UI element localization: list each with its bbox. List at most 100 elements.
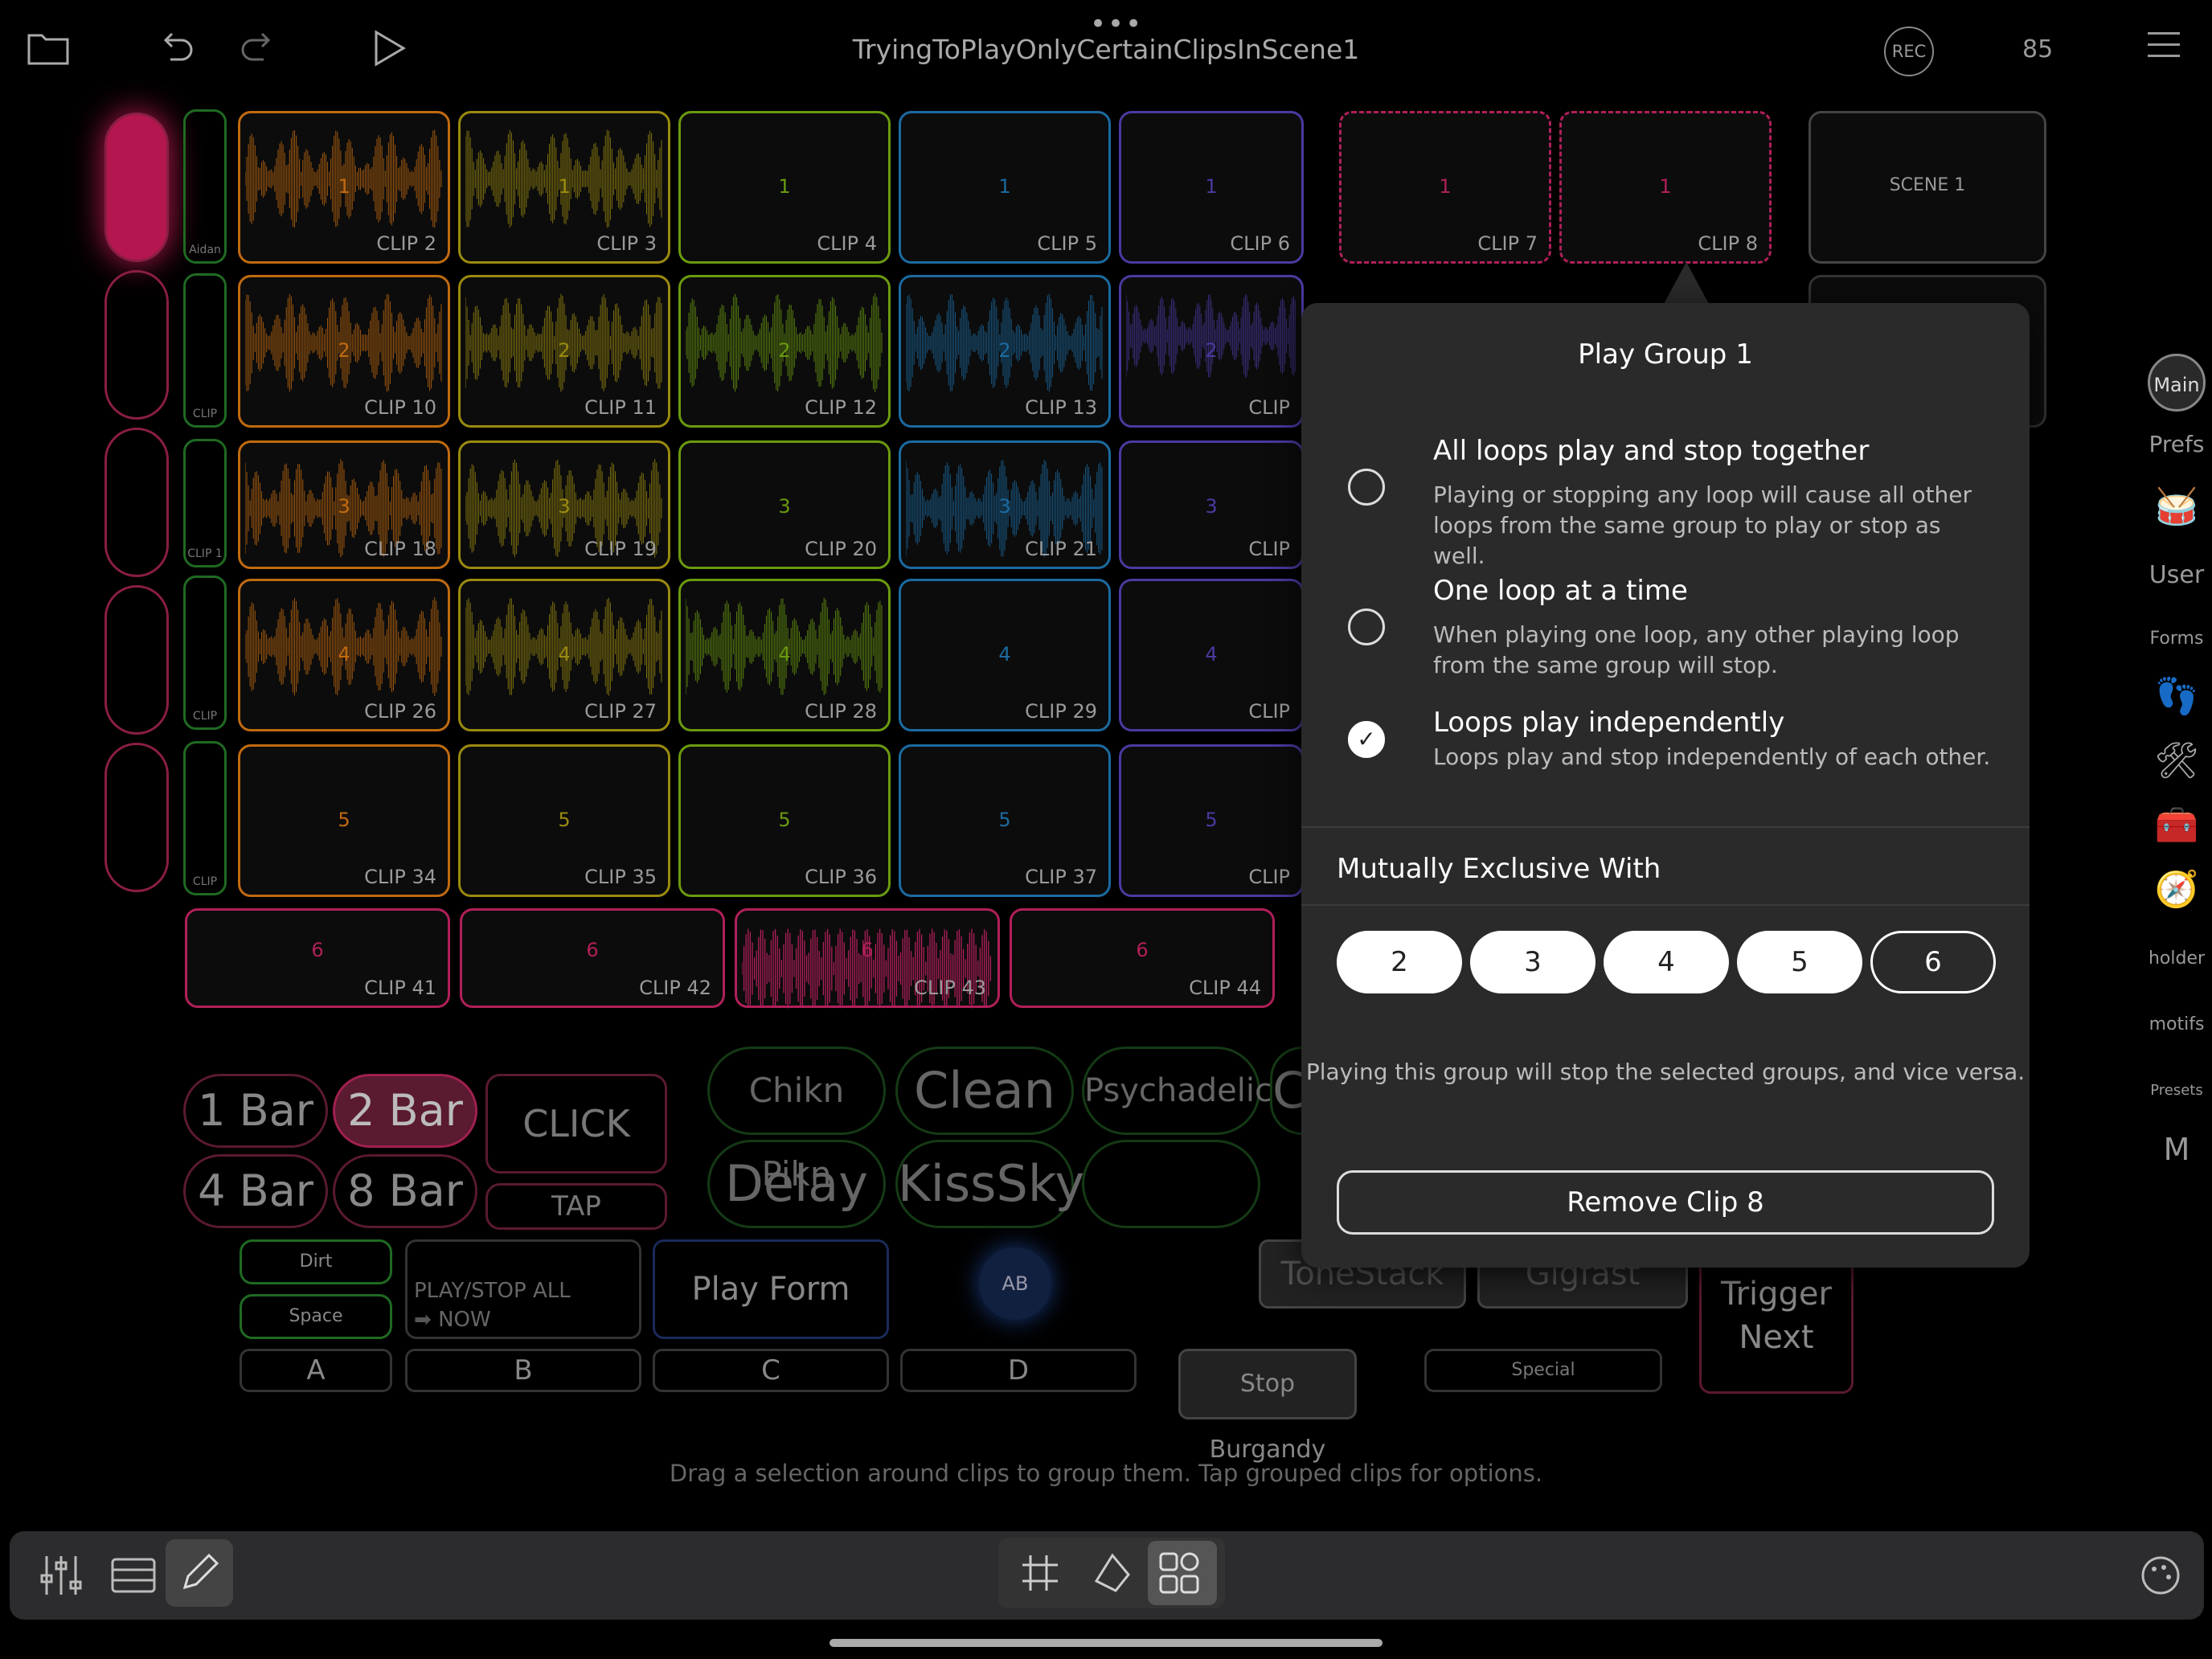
scene-button[interactable]: SCENE 1 [1809, 111, 2046, 264]
list-icon[interactable] [101, 1543, 166, 1608]
sidebar-forms[interactable]: Forms [2144, 629, 2209, 649]
clip-cell[interactable]: 2 CLIP [1119, 275, 1304, 428]
clip-cell[interactable]: 5 CLIP 35 [458, 744, 670, 897]
clip-cell[interactable]: 1 CLIP 2 [238, 111, 450, 264]
clip-cell[interactable]: 4 CLIP 26 [238, 579, 450, 731]
tempo-readout[interactable]: 85 [2022, 35, 2053, 63]
group-toggle-5[interactable]: 5 [1737, 931, 1862, 993]
clip-cell[interactable]: 4 CLIP 28 [678, 579, 891, 731]
preset-chikn-pikn[interactable]: Chikn Pikn [707, 1047, 886, 1194]
checkmark-icon[interactable]: ✓ [1348, 721, 1385, 758]
play-stop-all-button[interactable]: PLAY/STOP ALL ➡ NOW [405, 1239, 641, 1339]
clip-cell[interactable]: 3 CLIP 20 [678, 440, 891, 569]
tap-button[interactable]: TAP [485, 1183, 667, 1230]
tools-icon[interactable]: 🛠 [2144, 739, 2209, 781]
clip-cell[interactable]: 4 CLIP 29 [899, 579, 1111, 731]
toolbox-icon[interactable]: 🧰 [2144, 804, 2209, 846]
sidebar-motifs[interactable]: motifs [2144, 1014, 2209, 1034]
row-launch-button[interactable] [104, 428, 169, 577]
preset-kisssky[interactable]: KissSky [895, 1140, 1084, 1228]
group-toggle-4[interactable]: 4 [1604, 931, 1729, 993]
trigger-next-button[interactable]: Trigger Next [1699, 1254, 1854, 1394]
clip-cell[interactable]: 4 CLIP 27 [458, 579, 670, 731]
pattern-icon[interactable] [1080, 1541, 1145, 1605]
palette-icon[interactable] [2128, 1543, 2193, 1608]
clip-cell[interactable]: 3 CLIP 18 [238, 440, 450, 569]
clip-cell[interactable]: 1 CLIP 8 [1559, 111, 1772, 264]
clip-cell[interactable]: 1 CLIP 7 [1339, 111, 1551, 264]
clip-cell[interactable]: 2 CLIP 12 [678, 275, 891, 428]
clip-cell[interactable]: 3 CLIP 21 [899, 440, 1111, 569]
row-launch-button[interactable] [104, 743, 169, 892]
ab-toggle-button[interactable]: AB [979, 1247, 1051, 1320]
clip-cell[interactable]: 6 CLIP 43 [735, 908, 1000, 1009]
stop-burgandy-button[interactable]: Stop Burgandy [1178, 1349, 1357, 1464]
scene-a-button[interactable]: A [240, 1349, 392, 1392]
foot-icon[interactable]: 👣 [2144, 675, 2209, 717]
dirt-button[interactable]: Dirt [240, 1239, 392, 1284]
group-tag[interactable]: Aidan [183, 109, 227, 264]
row-launch-button[interactable] [104, 585, 169, 735]
compass-icon[interactable]: 🧭 [2144, 868, 2209, 910]
preset-clean[interactable]: Clean [895, 1047, 1074, 1135]
bar-1-button[interactable]: 1 Bar [183, 1074, 328, 1148]
clip-cell[interactable]: 1 CLIP 6 [1119, 111, 1304, 264]
clip-cell[interactable]: 1 CLIP 5 [899, 111, 1111, 264]
row-launch-button[interactable] [104, 270, 169, 420]
radio-unchecked-icon[interactable] [1348, 469, 1385, 506]
sidebar-user[interactable]: User [2144, 561, 2209, 589]
click-button[interactable]: CLICK [485, 1074, 667, 1174]
sidebar-m[interactable]: M [2144, 1132, 2209, 1167]
remove-clip-button[interactable]: Remove Clip 8 [1337, 1170, 1994, 1235]
clip-cell[interactable]: 2 CLIP 13 [899, 275, 1111, 428]
hamburger-menu-icon[interactable] [2148, 32, 2180, 66]
sidebar-main-button[interactable]: Main [2148, 354, 2206, 412]
clip-cell[interactable]: 5 CLIP 34 [238, 744, 450, 897]
play-form-button[interactable]: Play Form [653, 1239, 889, 1339]
clip-cell[interactable]: 2 CLIP 10 [238, 275, 450, 428]
clip-cell[interactable]: 6 CLIP 42 [460, 908, 725, 1008]
preset-psychadelic[interactable]: Psychadelic [1082, 1047, 1272, 1135]
preset-empty[interactable] [1082, 1140, 1260, 1228]
sidebar-presets[interactable]: Presets [2144, 1082, 2209, 1099]
radio-unchecked-icon[interactable] [1348, 608, 1385, 645]
drum-icon[interactable]: 🥁 [2144, 485, 2209, 527]
bar-2-button[interactable]: 2 Bar [333, 1074, 477, 1148]
group-tag[interactable]: CLIP [183, 273, 227, 428]
clip-cell[interactable]: 6 CLIP 44 [1010, 908, 1275, 1008]
clip-cell[interactable]: 1 CLIP 4 [678, 111, 891, 264]
grid-icon[interactable] [1008, 1541, 1072, 1605]
group-tag[interactable]: CLIP 1 [183, 439, 227, 567]
group-toggle-3[interactable]: 3 [1470, 931, 1596, 993]
scene-b-button[interactable]: B [405, 1349, 641, 1392]
space-button[interactable]: Space [240, 1294, 392, 1339]
clip-cell[interactable]: 6 CLIP 41 [185, 908, 450, 1008]
clip-cell[interactable]: 5 CLIP [1119, 744, 1304, 897]
clip-cell[interactable]: 4 CLIP [1119, 579, 1304, 731]
group-tag[interactable]: CLIP [183, 741, 227, 895]
group-toggle-2[interactable]: 2 [1337, 931, 1462, 993]
clip-cell[interactable]: 2 CLIP 11 [458, 275, 670, 428]
preset-c[interactable]: C [1270, 1047, 1302, 1135]
clip-cell[interactable]: 5 CLIP 37 [899, 744, 1111, 897]
sidebar-prefs[interactable]: Prefs [2144, 431, 2209, 457]
clips-view-button[interactable] [1148, 1541, 1217, 1605]
mixer-sliders-icon[interactable] [29, 1543, 93, 1608]
bottom-toolbar [10, 1531, 2204, 1620]
special-button[interactable]: Special [1424, 1349, 1662, 1392]
clip-cell[interactable]: 3 CLIP 19 [458, 440, 670, 569]
bar-8-button[interactable]: 8 Bar [333, 1154, 477, 1228]
scene-d-button[interactable]: D [900, 1349, 1137, 1392]
clip-cell[interactable]: 3 CLIP [1119, 440, 1304, 569]
scene-c-button[interactable]: C [653, 1349, 889, 1392]
sidebar-holder[interactable]: holder [2144, 948, 2209, 969]
bar-4-button[interactable]: 4 Bar [183, 1154, 328, 1228]
group-tag[interactable]: CLIP [183, 576, 227, 730]
clip-cell[interactable]: 1 CLIP 3 [458, 111, 670, 264]
clip-cell[interactable]: 5 CLIP 36 [678, 744, 891, 897]
preset-delay[interactable]: Delay [707, 1140, 886, 1228]
row-launch-button[interactable] [104, 113, 169, 262]
record-button[interactable]: REC [1884, 27, 1934, 76]
edit-mode-button[interactable] [166, 1539, 233, 1607]
group-toggle-6[interactable]: 6 [1870, 931, 1996, 993]
